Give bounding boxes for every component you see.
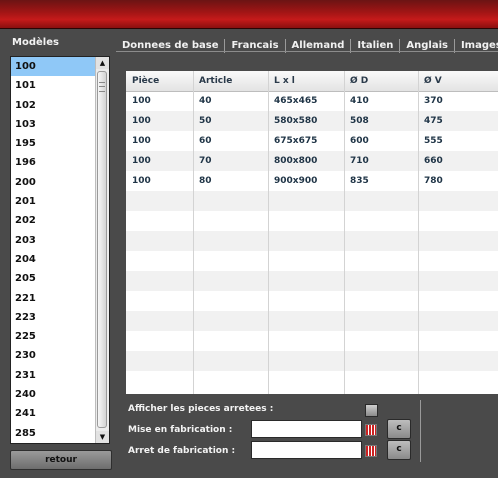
table-cell: 100 [132,176,151,186]
model-list-item[interactable]: 195 [11,134,97,153]
model-list-item[interactable]: 101 [11,76,97,95]
mise-en-fabrication-label: Mise en fabrication : [128,425,233,435]
column-header[interactable]: Ø V [418,71,498,91]
table-cell: 555 [424,136,443,146]
parts-table: Pièce Article L x lØ DØ V 100 40 465x465 410 3… [126,71,498,394]
table-row[interactable] [126,271,498,291]
table-row[interactable] [126,231,498,251]
afficher-label: Afficher les pieces arretees : [128,404,274,414]
table-row[interactable] [126,211,498,231]
table-cell: 410 [350,96,369,106]
model-list-item[interactable]: 223 [11,308,97,327]
scroll-down-arrow-icon[interactable]: ▼ [96,431,109,443]
table-cell: 780 [424,176,443,186]
table-cell: 70 [199,156,212,166]
tab-divider [116,51,498,52]
table-cell: 100 [132,156,151,166]
table-cell: 475 [424,116,443,126]
table-cell: 80 [199,176,212,186]
model-list-item[interactable]: 102 [11,96,97,115]
model-list-item[interactable]: 225 [11,327,97,346]
table-cell: 508 [350,116,369,126]
arret-clear-button[interactable]: c [387,440,411,460]
table-cell: 465x465 [274,96,318,106]
table-row[interactable] [126,311,498,331]
table-header: Pièce Article L x lØ DØ V [126,71,498,92]
mise-en-fabrication-input[interactable] [251,420,362,438]
column-header[interactable]: Ø D [344,71,418,91]
column-divider [344,71,345,394]
table-cell: 710 [350,156,369,166]
column-divider [193,71,194,394]
model-list-item[interactable]: 201 [11,192,97,211]
column-header[interactable]: Pièce [126,71,193,91]
column-header[interactable]: L x l [268,71,344,91]
arret-de-fabrication-input[interactable] [251,441,362,459]
table-row[interactable] [126,191,498,211]
scroll-up-arrow-icon[interactable]: ▲ [96,57,109,69]
table-cell: 50 [199,116,212,126]
model-list-item[interactable]: 285 [11,424,97,443]
table-cell: 60 [199,136,212,146]
table-cell: 600 [350,136,369,146]
controls-divider [420,400,421,462]
scroll-grip-icon [99,82,105,92]
table-cell: 835 [350,176,369,186]
model-list-item[interactable]: 231 [11,366,97,385]
table-cell: 40 [199,96,212,106]
model-list-item[interactable]: 230 [11,346,97,365]
model-list-item[interactable]: 221 [11,289,97,308]
table-cell: 100 [132,96,151,106]
model-list-item[interactable]: 203 [11,231,97,250]
mise-clear-button[interactable]: c [387,419,411,439]
model-items: 100 101 102 103 195 196 200 201 202 203 204 205 221 2… [11,57,97,443]
table-cell: 675x675 [274,136,318,146]
column-divider [418,71,419,394]
model-list[interactable]: 100 101 102 103 195 196 200 201 202 203 204 205 221 2… [10,56,110,444]
table-row[interactable] [126,291,498,311]
model-list-item[interactable]: 103 [11,115,97,134]
top-title-bar [0,0,498,29]
column-header[interactable]: Article [193,71,268,91]
scrollbar-thumb[interactable] [97,71,107,428]
table-row[interactable] [126,371,498,391]
model-list-item[interactable]: 196 [11,153,97,172]
table-cell: 370 [424,96,443,106]
model-list-item[interactable]: 240 [11,385,97,404]
arret-de-fabrication-label: Arret de fabrication : [128,446,236,456]
model-list-item[interactable]: 205 [11,269,97,288]
table-row[interactable] [126,351,498,371]
model-list-item[interactable]: 100 [11,57,97,77]
models-title: Modèles [12,37,59,48]
retour-button[interactable]: retour [10,450,112,470]
table-cell: 660 [424,156,443,166]
table-cell: 900x900 [274,176,318,186]
calendar-icon[interactable] [365,445,377,457]
model-list-item[interactable]: 241 [11,404,97,423]
column-divider [268,71,269,394]
model-list-item[interactable]: 204 [11,250,97,269]
model-list-item[interactable]: 200 [11,173,97,192]
table-cell: 580x580 [274,116,318,126]
table-row[interactable] [126,331,498,351]
model-list-item[interactable]: 202 [11,211,97,230]
table-cell: 100 [132,116,151,126]
table-cell: 800x800 [274,156,318,166]
tab-bar: Donnees de base Francais Allemand Italien An… [116,33,498,53]
model-list-scrollbar[interactable]: ▲ ▼ [95,57,109,443]
table-cell: 100 [132,136,151,146]
afficher-pieces-arretees-checkbox[interactable] [365,404,378,417]
calendar-icon[interactable] [365,424,377,436]
table-row[interactable] [126,251,498,271]
